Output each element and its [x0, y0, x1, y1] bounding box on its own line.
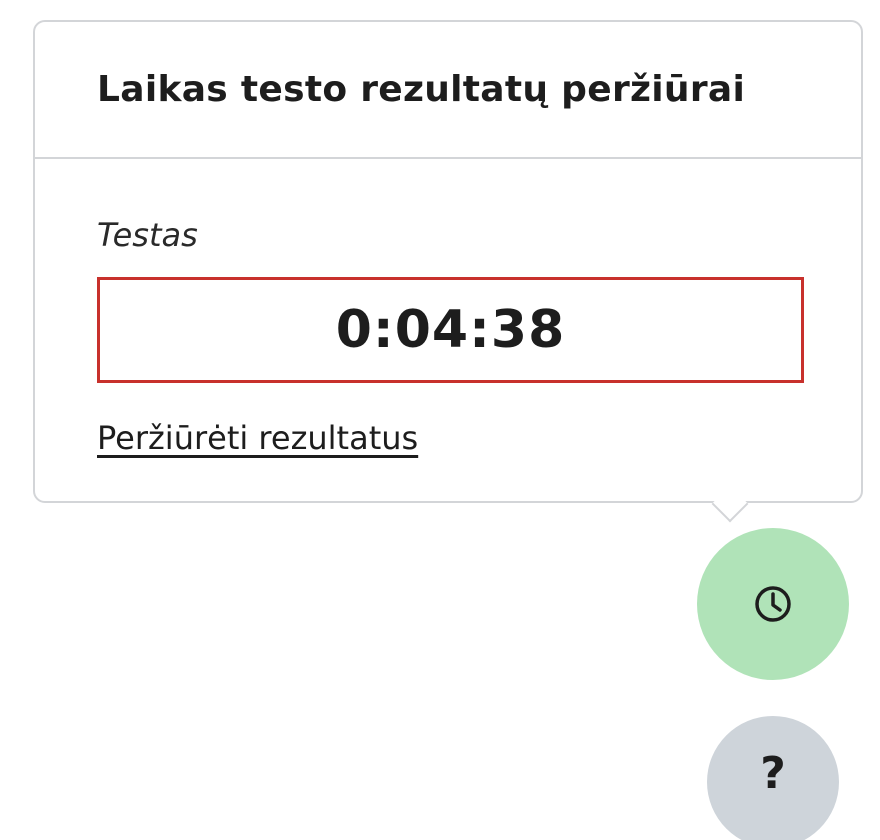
- timer-popover: Laikas testo rezultatų peržiūrai Testas …: [33, 20, 863, 503]
- test-name: Testas: [97, 216, 198, 254]
- view-results-link[interactable]: Peržiūrėti rezultatus: [97, 419, 418, 457]
- clock-icon: [755, 586, 791, 622]
- page: Laikas testo rezultatų peržiūrai Testas …: [0, 0, 880, 840]
- popover-title: Laikas testo rezultatų peržiūrai: [97, 69, 746, 110]
- popover-header: Laikas testo rezultatų peržiūrai: [35, 22, 861, 159]
- help-button[interactable]: ?: [707, 716, 839, 840]
- timer-button[interactable]: [697, 528, 849, 680]
- timer-display: 0:04:38: [97, 277, 804, 383]
- popover-body: Testas 0:04:38 Peržiūrėti rezultatus: [35, 217, 861, 457]
- timer-value: 0:04:38: [335, 300, 566, 360]
- question-mark-icon: ?: [760, 748, 786, 799]
